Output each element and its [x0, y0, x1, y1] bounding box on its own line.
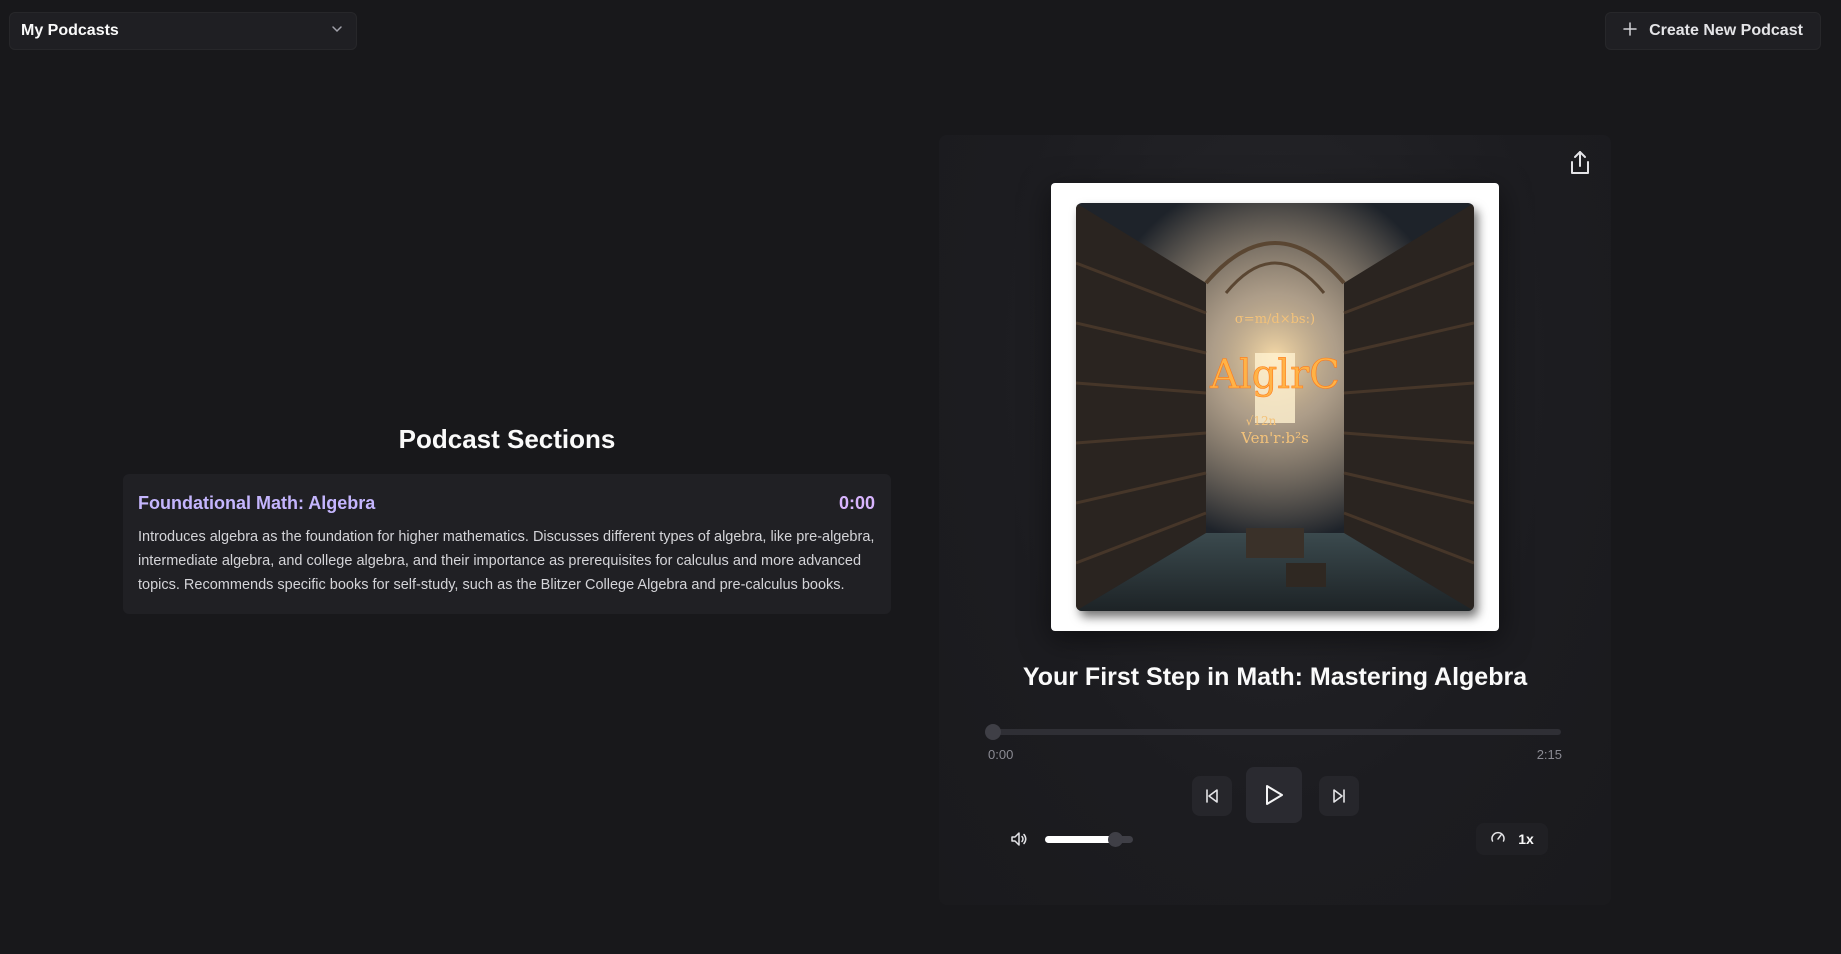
section-description: Introduces algebra as the foundation for…: [138, 529, 875, 593]
current-time: 0:00: [988, 747, 1014, 762]
podcast-select[interactable]: My Podcasts: [9, 12, 357, 50]
playback-speed-button[interactable]: 1x: [1476, 823, 1548, 855]
podcast-player: σ=m/d×bs:) AlglrC √12n Ven'r:b²s Your Fi…: [939, 135, 1611, 905]
skip-back-button[interactable]: [1192, 776, 1232, 816]
sections-heading: Podcast Sections: [398, 424, 616, 454]
cover-formula-mid: √12n: [1246, 414, 1277, 428]
cover-formula-top: σ=m/d×bs:): [1235, 312, 1315, 327]
podcast-select-label: My Podcasts: [21, 22, 119, 39]
chevron-down-icon: [330, 22, 344, 41]
volume-fill: [1045, 836, 1116, 843]
plus-icon: [1623, 21, 1637, 41]
volume-slider[interactable]: [1045, 832, 1133, 847]
episode-title: Your First Step in Math: Mastering Algeb…: [1022, 663, 1528, 691]
cover-image: σ=m/d×bs:) AlglrC √12n Ven'r:b²s: [1076, 203, 1474, 611]
skip-back-icon: [1204, 788, 1220, 804]
gauge-icon: [1490, 829, 1506, 850]
share-icon[interactable]: [1567, 149, 1593, 177]
progress-thumb[interactable]: [985, 724, 1001, 740]
cover-title-text: AlglrC: [1209, 352, 1340, 398]
total-time: 2:15: [1536, 747, 1562, 762]
playback-speed-label: 1x: [1518, 831, 1534, 847]
play-icon: [1264, 784, 1284, 806]
play-button[interactable]: [1246, 767, 1302, 823]
section-time[interactable]: 0:00: [839, 493, 875, 514]
cover-frame: σ=m/d×bs:) AlglrC √12n Ven'r:b²s: [1051, 183, 1499, 631]
progress-bar[interactable]: [985, 724, 1561, 740]
volume-thumb[interactable]: [1108, 832, 1124, 847]
skip-forward-button[interactable]: [1319, 776, 1359, 816]
create-new-podcast-button[interactable]: Create New Podcast: [1605, 12, 1821, 50]
create-new-podcast-label: Create New Podcast: [1649, 22, 1803, 39]
section-card[interactable]: Foundational Math: Algebra 0:00 Introduc…: [123, 474, 891, 614]
cover-formula-bottom: Ven'r:b²s: [1240, 429, 1309, 447]
skip-forward-icon: [1331, 788, 1347, 804]
section-title[interactable]: Foundational Math: Algebra: [138, 493, 375, 514]
volume-icon[interactable]: [1010, 830, 1028, 848]
